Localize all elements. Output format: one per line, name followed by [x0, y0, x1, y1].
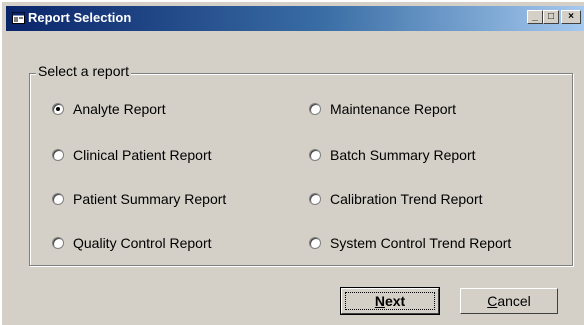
radio-indicator: [309, 149, 321, 161]
window-title: Report Selection: [28, 10, 132, 25]
cancel-mnemonic: C: [487, 293, 498, 309]
radio-indicator: [52, 237, 64, 249]
radio-label: Quality Control Report: [73, 235, 212, 251]
radio-label: Analyte Report: [73, 101, 166, 117]
maximize-button[interactable]: □: [543, 10, 559, 24]
radio-label: Batch Summary Report: [330, 147, 476, 163]
radio-quality-control-report[interactable]: Quality Control Report: [52, 235, 212, 251]
radio-selected-indicator: [52, 103, 64, 115]
radio-label: Clinical Patient Report: [73, 147, 212, 163]
close-icon: ×: [568, 11, 574, 22]
radio-indicator: [52, 149, 64, 161]
group-legend: Select a report: [36, 63, 132, 79]
report-selection-window: Report Selection _ □ × Select a report A…: [0, 0, 584, 325]
radio-indicator: [309, 103, 321, 115]
next-button[interactable]: Next: [340, 287, 440, 315]
radio-calibration-trend-report[interactable]: Calibration Trend Report: [309, 191, 483, 207]
radio-maintenance-report[interactable]: Maintenance Report: [309, 101, 456, 117]
radio-label: Calibration Trend Report: [330, 191, 483, 207]
radio-patient-summary-report[interactable]: Patient Summary Report: [52, 191, 226, 207]
minimize-button[interactable]: _: [527, 10, 543, 24]
cancel-label: ancel: [497, 293, 531, 309]
next-mnemonic: N: [374, 293, 385, 309]
cancel-button[interactable]: Cancel: [460, 288, 558, 314]
next-label: ext: [384, 293, 406, 309]
radio-label: Maintenance Report: [330, 101, 457, 117]
title-bar[interactable]: Report Selection _ □ ×: [6, 6, 584, 31]
close-button[interactable]: ×: [561, 10, 581, 24]
minimize-icon: _: [532, 11, 538, 22]
radio-label: Patient Summary Report: [73, 191, 227, 207]
radio-system-control-trend-report[interactable]: System Control Trend Report: [309, 235, 511, 251]
radio-indicator: [52, 193, 64, 205]
radio-clinical-patient-report[interactable]: Clinical Patient Report: [52, 147, 212, 163]
radio-analyte-report[interactable]: Analyte Report: [52, 101, 166, 117]
radio-batch-summary-report[interactable]: Batch Summary Report: [309, 147, 476, 163]
radio-indicator: [309, 193, 321, 205]
maximize-icon: □: [547, 11, 555, 22]
radio-indicator: [309, 237, 321, 249]
radio-label: System Control Trend Report: [330, 235, 512, 251]
window-icon: [12, 12, 25, 24]
